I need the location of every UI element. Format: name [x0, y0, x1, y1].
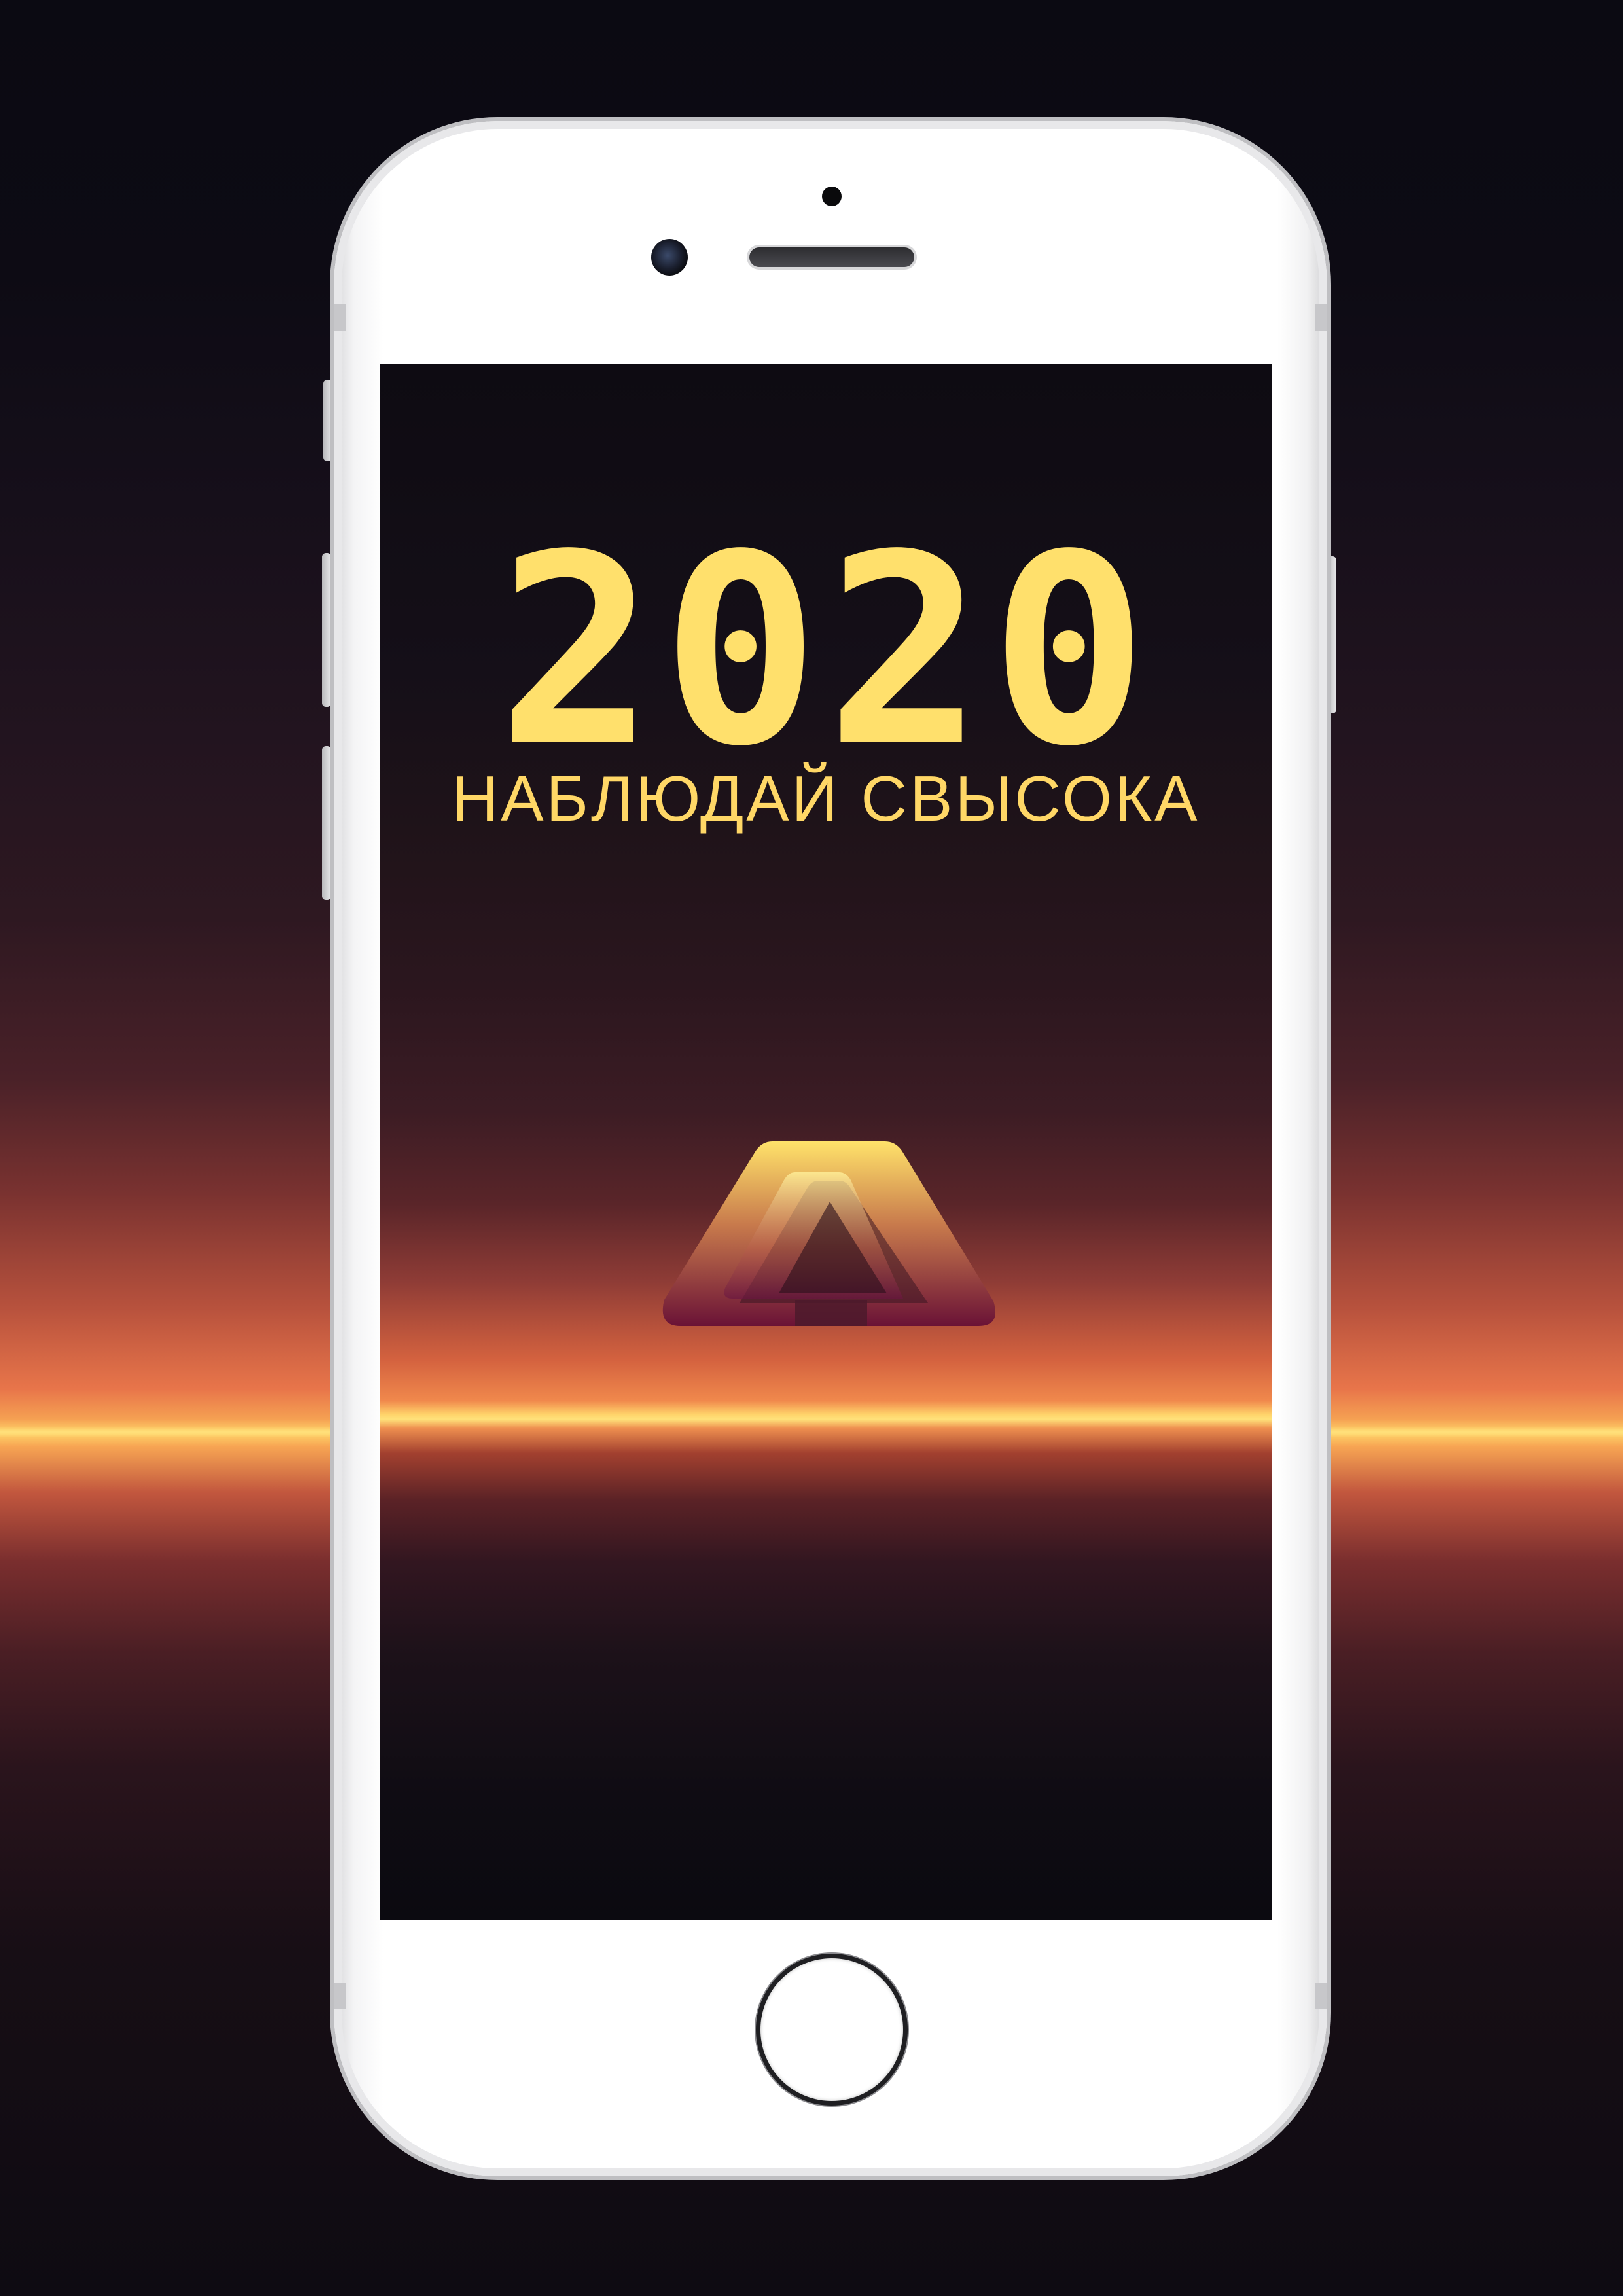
proximity-sensor [822, 187, 842, 206]
front-camera-icon [651, 239, 688, 276]
antenna-band [1315, 1983, 1327, 2009]
volume-down-button [322, 746, 331, 900]
antenna-band [1315, 304, 1327, 331]
earpiece-speaker [749, 247, 914, 267]
power-button [1327, 556, 1336, 713]
volume-up-button [322, 553, 331, 707]
mute-switch [323, 380, 332, 461]
poster-title: 2020 [497, 499, 1154, 804]
a-triangle-logo-icon [662, 1141, 996, 1326]
home-button-icon[interactable] [756, 1954, 908, 2106]
poster-subtitle: НАБЛЮДАЙ СВЫСОКА [452, 762, 1200, 834]
antenna-band [334, 304, 346, 331]
antenna-band [334, 1983, 346, 2009]
phone-screen: 2020 НАБЛЮДАЙ СВЫСОКА [380, 364, 1272, 1920]
